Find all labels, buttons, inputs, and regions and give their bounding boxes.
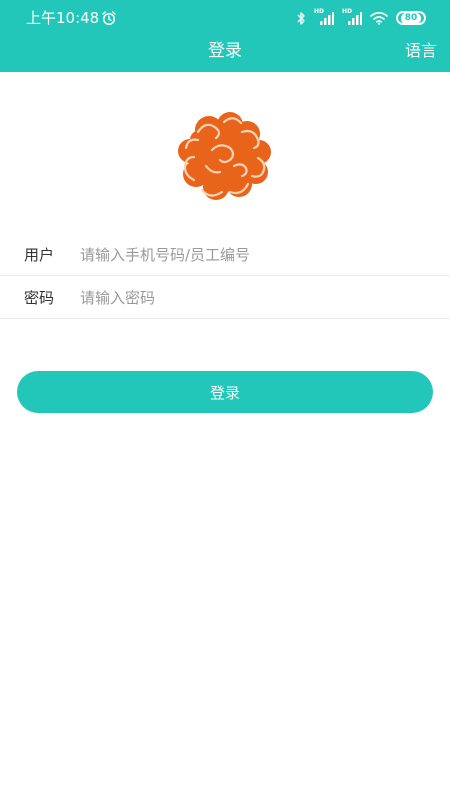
- status-icons: HD HD 80: [297, 7, 426, 27]
- alarm-clock-icon: [101, 10, 117, 26]
- username-row: 用户: [0, 234, 450, 276]
- battery-icon: 80: [396, 11, 426, 25]
- username-label: 用户: [24, 246, 55, 264]
- hd-label: HD: [314, 7, 325, 15]
- password-row: 密码: [0, 277, 450, 319]
- username-input[interactable]: [80, 245, 450, 264]
- bluetooth-icon: [297, 11, 306, 26]
- hd-label: HD: [342, 7, 353, 15]
- cloud-logo-icon: [176, 110, 274, 202]
- status-time: 上午10:48: [26, 9, 100, 27]
- login-button[interactable]: 登录: [17, 371, 433, 413]
- language-button[interactable]: 语言: [405, 38, 437, 64]
- password-input[interactable]: [80, 288, 450, 307]
- status-bar: 上午10:48 HD HD 80: [0, 0, 450, 36]
- header: 上午10:48 HD HD 80 登录 语言: [0, 0, 450, 72]
- page-title: 登录: [208, 41, 242, 61]
- signal-icon: HD: [342, 7, 362, 26]
- wifi-icon: [370, 11, 388, 25]
- signal-icon: HD: [314, 7, 334, 26]
- login-screen: 上午10:48 HD HD 80 登录 语言 用户 请输入手机号码/员工编号 密…: [0, 0, 450, 800]
- password-label: 密码: [24, 289, 55, 307]
- battery-level: 80: [400, 12, 422, 24]
